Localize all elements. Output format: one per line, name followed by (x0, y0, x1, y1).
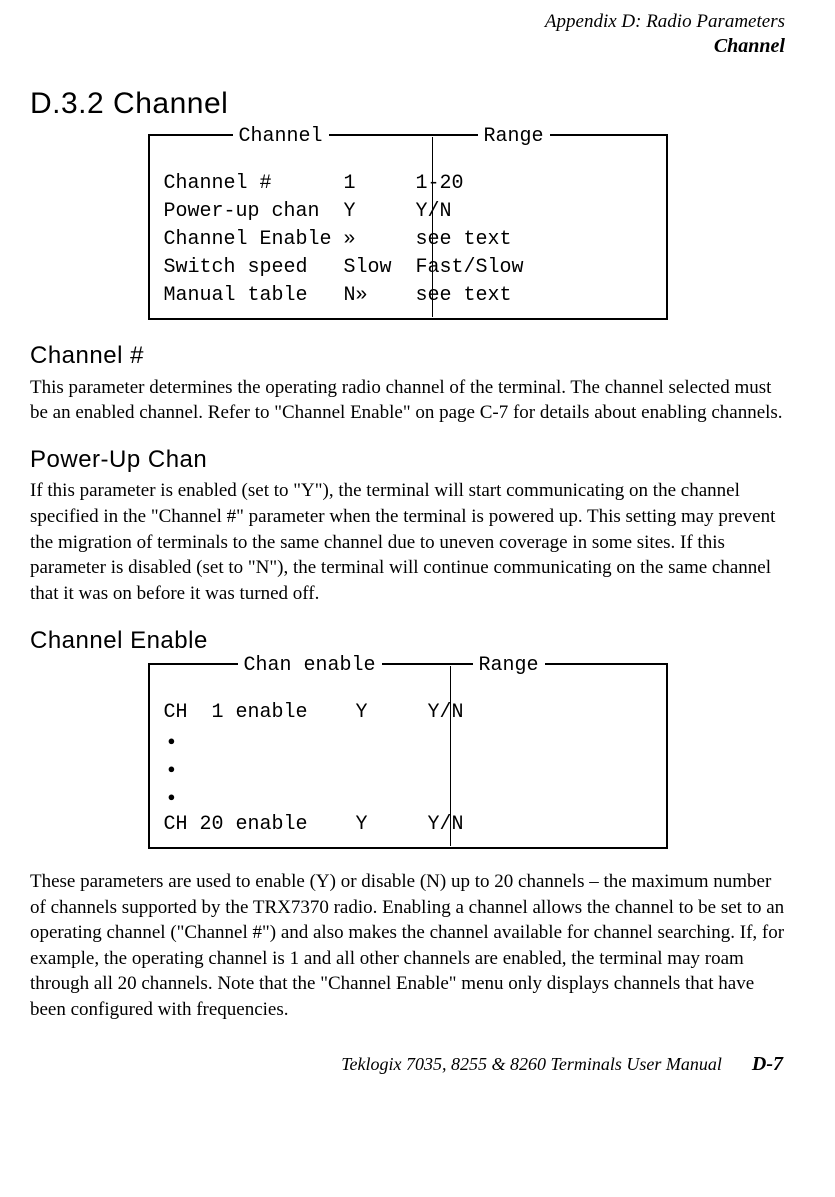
page-footer: Teklogix 7035, 8255 & 8260 Terminals Use… (30, 1051, 785, 1078)
body-text: If this parameter is enabled (set to "Y"… (30, 478, 785, 606)
menu-divider (450, 666, 451, 846)
menu-row: Manual table N» see text (164, 284, 512, 307)
menu-row: Channel Enable » see text (164, 228, 512, 251)
body-text: These parameters are used to enable (Y) … (30, 869, 785, 1023)
menu-divider (432, 137, 433, 317)
menu-row: CH 20 enable Y Y/N (164, 813, 464, 836)
ellipsis-dot: ● (164, 733, 176, 748)
manual-title: Teklogix 7035, 8255 & 8260 Terminals Use… (341, 1052, 722, 1076)
sub-heading-channel-num: Channel # (30, 340, 785, 372)
appendix-title: Appendix D: Radio Parameters (30, 10, 785, 34)
ellipsis-dot: ● (164, 789, 176, 804)
menu-row: CH 1 enable Y Y/N (164, 701, 464, 724)
menu-row: Channel # 1 1-20 (164, 172, 464, 195)
body-text: This parameter determines the operating … (30, 375, 785, 426)
menu-row: Switch speed Slow Fast/Slow (164, 256, 524, 279)
appendix-subtitle: Channel (30, 34, 785, 59)
channel-menu: Channel Range Channel # 1 1-20 Power-up … (148, 134, 668, 320)
menu-legend-chan-enable: Chan enable (238, 652, 382, 679)
menu-legend-channel: Channel (233, 123, 329, 150)
chan-enable-menu: Chan enable Range CH 1 enable Y Y/N ● ● … (148, 663, 668, 849)
section-title: D.3.2 Channel (30, 84, 785, 125)
page-header: Appendix D: Radio Parameters Channel (30, 10, 785, 59)
sub-heading-chan-enable: Channel Enable (30, 625, 785, 657)
page-number: D-7 (752, 1051, 783, 1078)
menu-legend-range: Range (478, 123, 550, 150)
menu-row: Power-up chan Y Y/N (164, 200, 452, 223)
menu-legend-range: Range (473, 652, 545, 679)
sub-heading-powerup: Power-Up Chan (30, 444, 785, 476)
ellipsis-dot: ● (164, 761, 176, 776)
